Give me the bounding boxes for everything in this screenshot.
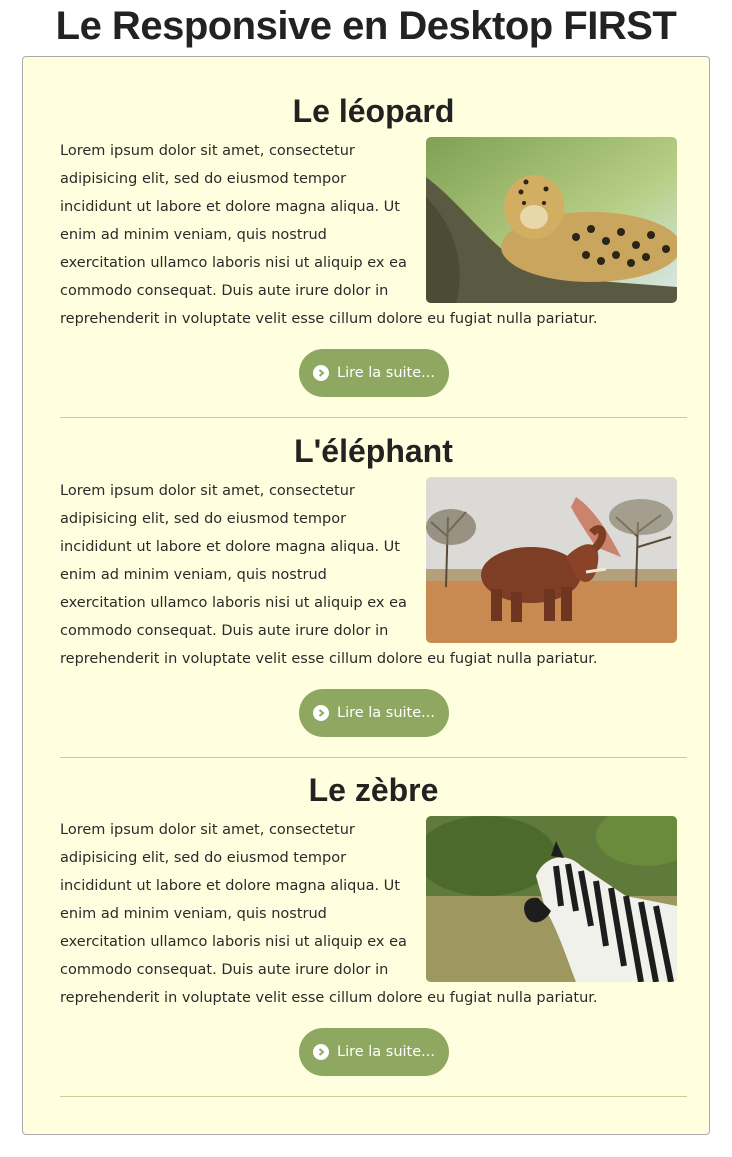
articles-panel: Le léopard Lorem ipsum dolor sit amet, c… <box>22 56 710 1135</box>
zebra-image <box>426 816 677 982</box>
article-title: Le zèbre <box>308 772 439 808</box>
divider <box>60 1096 687 1097</box>
read-more-button[interactable]: Lire la suite... <box>299 689 449 737</box>
chevron-circle-right-icon <box>312 365 329 381</box>
chevron-circle-right-icon <box>312 1044 329 1060</box>
read-more-label: Lire la suite... <box>336 705 435 721</box>
leopard-image <box>426 137 677 303</box>
divider <box>60 417 687 418</box>
divider <box>60 757 687 758</box>
read-more-label: Lire la suite... <box>336 1044 435 1060</box>
page-title: Le Responsive en Desktop FIRST <box>55 4 677 48</box>
article-title: Le léopard <box>292 93 455 129</box>
read-more-label: Lire la suite... <box>336 365 435 381</box>
elephant-image <box>426 477 677 643</box>
read-more-button[interactable]: Lire la suite... <box>299 1028 449 1076</box>
read-more-button[interactable]: Lire la suite... <box>299 349 449 397</box>
article-title: L'éléphant <box>294 433 453 469</box>
chevron-circle-right-icon <box>312 705 329 721</box>
